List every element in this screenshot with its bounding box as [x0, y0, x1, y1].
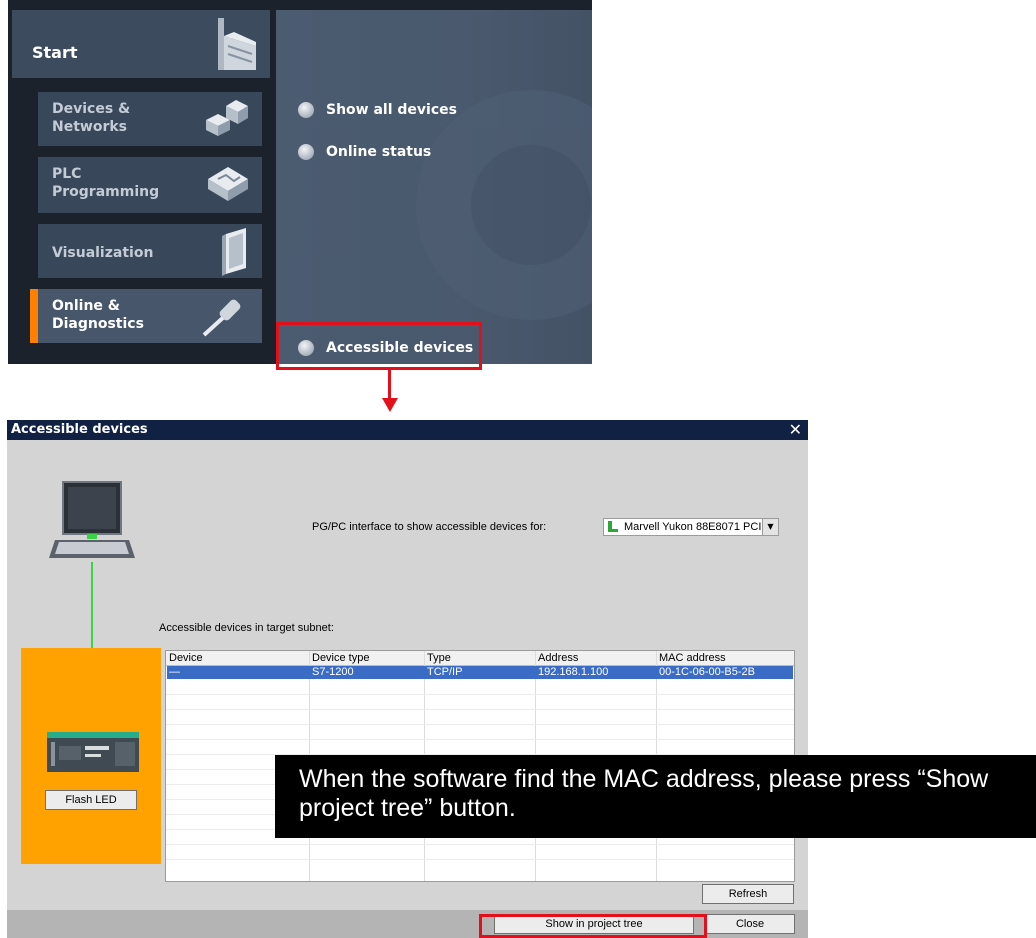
active-nav-marker: [30, 289, 38, 343]
pgpc-interface-label: PG/PC interface to show accessible devic…: [312, 521, 547, 533]
close-icon[interactable]: ✕: [789, 420, 802, 440]
nav-devices-networks-label: Devices & Networks: [52, 101, 131, 135]
nav-devices-networks[interactable]: Devices & Networks: [38, 92, 262, 146]
laptop-icon: [47, 476, 137, 570]
subnet-label: Accessible devices in target subnet:: [159, 622, 334, 634]
column-header-mac-address[interactable]: MAC address: [656, 651, 726, 665]
flow-arrow-head-icon: [382, 398, 398, 412]
portal-actions-panel: Show all devices Online status Accessibl…: [276, 10, 592, 364]
highlight-show-in-project-tree: [479, 914, 707, 938]
online-status-link[interactable]: Online status: [296, 140, 431, 164]
flash-led-button[interactable]: Flash LED: [45, 790, 137, 810]
dialog-titlebar: Accessible devices ✕: [7, 420, 808, 440]
online-status-label: Online status: [326, 144, 432, 160]
cell-type: TCP/IP: [427, 666, 463, 678]
nav-visualization[interactable]: Visualization: [38, 224, 262, 278]
highlight-accessible-devices: [276, 322, 482, 370]
bullet-icon: [298, 144, 314, 160]
hmi-panel-icon: [220, 226, 250, 283]
plc-chip-icon: [206, 163, 250, 212]
instruction-text: When the software find the MAC address, …: [299, 765, 989, 822]
column-header-device[interactable]: Device: [166, 651, 203, 665]
column-header-address[interactable]: Address: [535, 651, 578, 665]
cell-mac-address: 00-1C-06-00-B5-2B: [659, 666, 755, 678]
column-header-device-type[interactable]: Device type: [309, 651, 369, 665]
cell-device: —: [169, 666, 180, 678]
pgpc-interface-select[interactable]: Marvell Yukon 88E8071 PCI ▼: [603, 518, 779, 536]
network-devices-icon: [204, 98, 250, 143]
bullet-icon: [298, 102, 314, 118]
accessible-devices-dialog: Accessible devices ✕ PG/PC interface to …: [7, 420, 808, 938]
dialog-title: Accessible devices: [11, 422, 148, 437]
portal-start-view: Start Devices & Networks PLC Programming…: [8, 0, 592, 364]
pgpc-interface-value: Marvell Yukon 88E8071 PCI: [624, 521, 762, 533]
cell-device-type: S7-1200: [312, 666, 354, 678]
screwdriver-icon: [200, 293, 250, 344]
nav-plc-programming[interactable]: PLC Programming: [38, 157, 262, 213]
plc-device-icon: [47, 732, 139, 776]
close-button[interactable]: Close: [705, 914, 795, 934]
factory-icon: [210, 16, 260, 78]
refresh-button[interactable]: Refresh: [702, 884, 794, 904]
nav-start[interactable]: Start: [12, 10, 270, 78]
device-preview-panel: Flash LED: [21, 648, 161, 864]
show-all-devices-link[interactable]: Show all devices: [296, 98, 457, 122]
chevron-down-icon[interactable]: ▼: [762, 519, 778, 535]
network-adapter-icon: [608, 521, 618, 532]
show-all-devices-label: Show all devices: [326, 102, 457, 118]
cell-address: 192.168.1.100: [538, 666, 609, 678]
nav-plc-programming-label: PLC Programming: [52, 166, 160, 200]
instruction-callout: When the software find the MAC address, …: [275, 755, 1036, 838]
column-header-type[interactable]: Type: [424, 651, 451, 665]
dialog-body: PG/PC interface to show accessible devic…: [7, 440, 808, 910]
gear-background-icon: [416, 90, 592, 320]
nav-start-label: Start: [32, 43, 78, 62]
nav-online-diagnostics[interactable]: Online & Diagnostics: [38, 289, 262, 343]
nav-visualization-label: Visualization: [52, 245, 154, 261]
nav-online-diagnostics-label: Online & Diagnostics: [52, 298, 144, 332]
